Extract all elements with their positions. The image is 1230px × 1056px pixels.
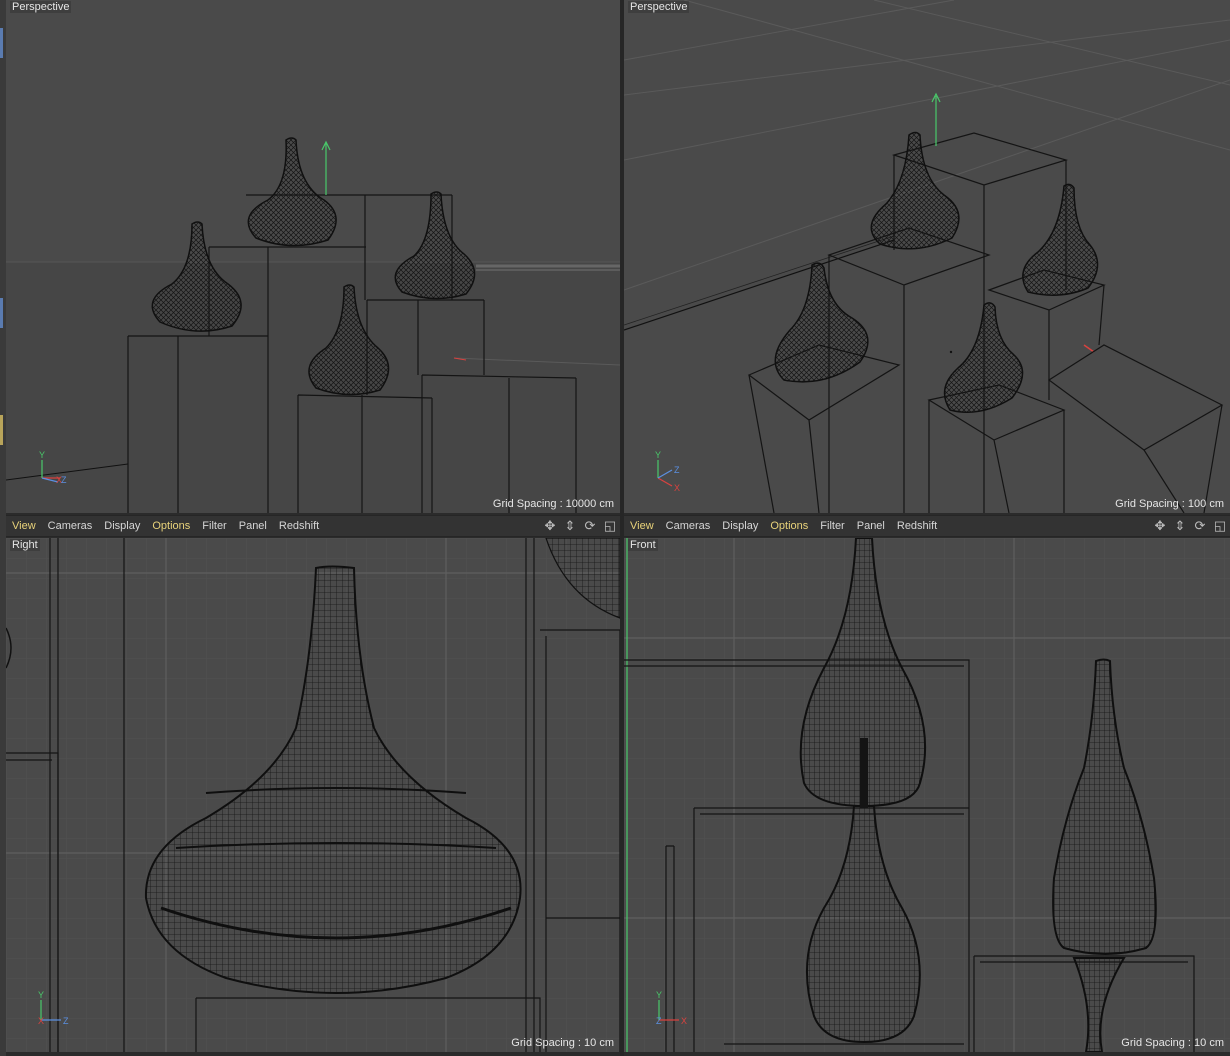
menu-panel[interactable]: Panel bbox=[857, 520, 885, 532]
dolly-icon[interactable]: ⇕ bbox=[562, 518, 578, 534]
viewport-label[interactable]: Right bbox=[10, 539, 40, 551]
maximize-icon[interactable]: ◱ bbox=[1212, 518, 1228, 534]
viewport-canvas: Y X Z bbox=[624, 0, 1230, 513]
move-icon[interactable]: ✥ bbox=[1152, 518, 1168, 534]
axis-x-label: X bbox=[674, 483, 680, 493]
toolbar-tab[interactable] bbox=[0, 415, 3, 445]
menu-cameras[interactable]: Cameras bbox=[48, 520, 93, 532]
menu-filter[interactable]: Filter bbox=[820, 520, 844, 532]
viewport-canvas: Y X Z bbox=[6, 0, 620, 513]
menu-redshift[interactable]: Redshift bbox=[897, 520, 937, 532]
menu-redshift[interactable]: Redshift bbox=[279, 520, 319, 532]
viewport-canvas: Y X Z bbox=[624, 538, 1230, 1052]
axis-z-label: Z bbox=[674, 465, 680, 475]
rotate-icon[interactable]: ⟳ bbox=[1192, 518, 1208, 534]
viewport-canvas: Y X Z bbox=[6, 538, 620, 1052]
rotate-icon[interactable]: ⟳ bbox=[582, 518, 598, 534]
viewport-menubar-right: View Cameras Display Options Filter Pane… bbox=[624, 515, 1230, 537]
viewport-label[interactable]: Perspective bbox=[10, 1, 72, 13]
grid-spacing-readout: Grid Spacing : 10000 cm bbox=[492, 498, 614, 510]
navigation-icons: ✥ ⇕ ⟳ ◱ bbox=[1152, 518, 1228, 534]
dolly-icon[interactable]: ⇕ bbox=[1172, 518, 1188, 534]
viewport-right-view[interactable]: Y X Z Right Grid Spacing : 10 cm bbox=[6, 538, 620, 1052]
navigation-icons: ✥ ⇕ ⟳ ◱ bbox=[542, 518, 618, 534]
viewport-label[interactable]: Front bbox=[628, 539, 658, 551]
menu-filter[interactable]: Filter bbox=[202, 520, 226, 532]
axis-z-label: Z bbox=[61, 475, 67, 485]
axis-y-label: Y bbox=[38, 990, 44, 1000]
axis-y-label: Y bbox=[39, 450, 45, 460]
viewport-front-view[interactable]: Y X Z Front Grid Spacing : 10 cm bbox=[624, 538, 1230, 1052]
viewport-perspective-top-left[interactable]: Y X Z Perspective Grid Spacing : 10000 c… bbox=[6, 0, 620, 513]
axis-x-label: X bbox=[38, 1016, 44, 1026]
menu-options[interactable]: Options bbox=[770, 520, 808, 532]
menu-panel[interactable]: Panel bbox=[239, 520, 267, 532]
viewport-label[interactable]: Perspective bbox=[628, 1, 690, 13]
axis-z-label: Z bbox=[656, 1016, 662, 1026]
axis-x-label: X bbox=[681, 1016, 687, 1026]
grid-spacing-readout: Grid Spacing : 10 cm bbox=[511, 1037, 614, 1049]
menu-cameras[interactable]: Cameras bbox=[666, 520, 711, 532]
toolbar-tab[interactable] bbox=[0, 298, 3, 328]
axis-y-label: Y bbox=[656, 990, 662, 1000]
move-icon[interactable]: ✥ bbox=[542, 518, 558, 534]
menu-view[interactable]: View bbox=[12, 520, 36, 532]
grid-spacing-readout: Grid Spacing : 10 cm bbox=[1121, 1037, 1224, 1049]
axis-z-label: Z bbox=[63, 1016, 69, 1026]
menu-display[interactable]: Display bbox=[104, 520, 140, 532]
maximize-icon[interactable]: ◱ bbox=[602, 518, 618, 534]
toolbar-tab[interactable] bbox=[0, 28, 3, 58]
viewport-menubar-left: View Cameras Display Options Filter Pane… bbox=[6, 515, 620, 537]
menu-options[interactable]: Options bbox=[152, 520, 190, 532]
grid-spacing-readout: Grid Spacing : 100 cm bbox=[1115, 498, 1224, 510]
viewport-perspective-top-right[interactable]: Y X Z Perspective Grid Spacing : 100 cm bbox=[624, 0, 1230, 513]
menu-view[interactable]: View bbox=[630, 520, 654, 532]
axis-y-label: Y bbox=[655, 450, 661, 460]
menu-display[interactable]: Display bbox=[722, 520, 758, 532]
